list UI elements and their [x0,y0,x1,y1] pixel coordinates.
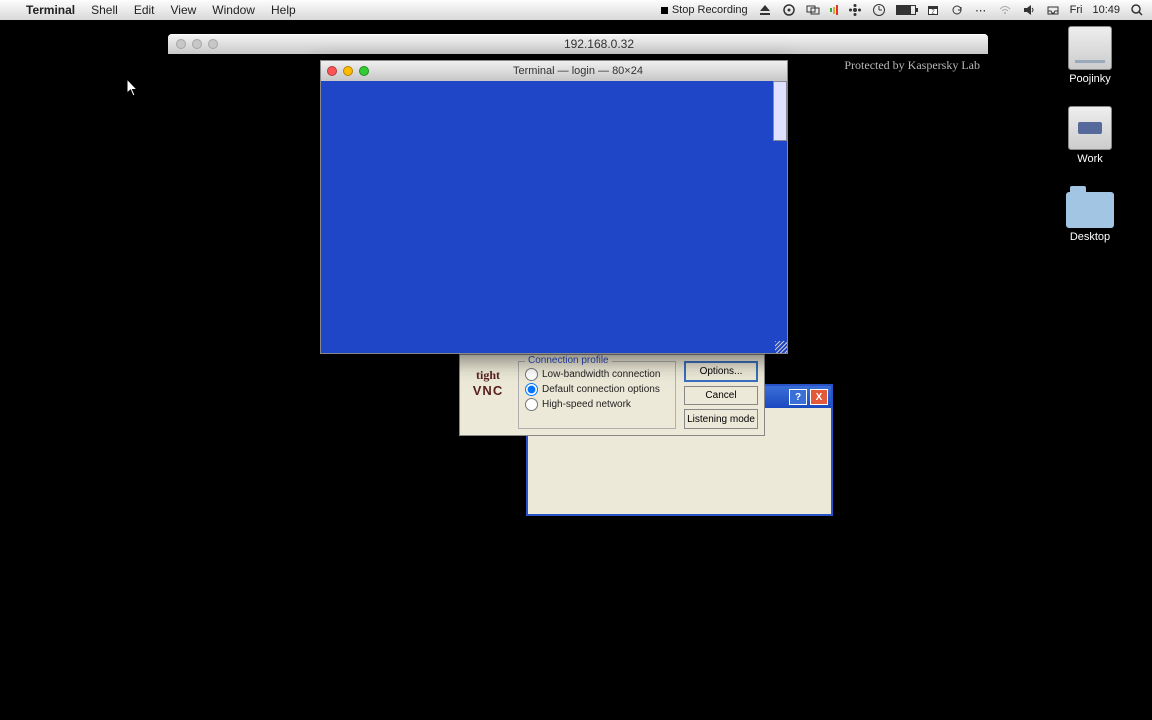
terminal-title: Terminal — login — 80×24 [375,65,781,77]
harddrive-icon [1068,26,1112,70]
dots-icon[interactable]: ⋯ [974,3,988,17]
menu-edit[interactable]: Edit [134,3,155,17]
xp-help-button[interactable]: ? [789,389,807,405]
connection-profile-group: Connection profile Low-bandwidth connect… [518,361,676,429]
menu-help[interactable]: Help [271,3,296,17]
volume-bars-icon[interactable] [830,4,838,16]
clock-icon[interactable] [872,3,886,17]
flower-icon[interactable] [848,3,862,17]
clock-day[interactable]: Fri [1070,4,1083,16]
eject-icon[interactable] [758,3,772,17]
radio-low-bandwidth[interactable]: Low-bandwidth connection [525,368,669,381]
mouse-cursor-icon [127,79,139,102]
window-close-icon[interactable] [327,66,337,76]
terminal-window[interactable]: Terminal — login — 80×24 [320,60,788,354]
folder-icon [1066,192,1114,228]
stop-recording-button[interactable]: Stop Recording [661,4,748,16]
calendar-icon[interactable]: 2 [926,3,940,17]
resize-handle-icon[interactable] [775,341,787,353]
battery-icon[interactable] [896,5,916,15]
gear-icon[interactable] [782,3,796,17]
terminal-titlebar[interactable]: Terminal — login — 80×24 [321,61,787,81]
server-icon [1068,106,1112,150]
desktop-drive-poojinky[interactable]: Poojinky [1050,26,1130,85]
window-zoom-icon[interactable] [359,66,369,76]
inbox-icon[interactable] [1046,3,1060,17]
displays-icon[interactable] [806,3,820,17]
vnc-titlebar[interactable]: 192.168.0.32 [168,34,988,54]
radio-default-options[interactable]: Default connection options [525,383,669,396]
tightvnc-logo: tight VNC [466,361,510,405]
window-close-icon[interactable] [176,39,186,49]
group-label: Connection profile [525,355,612,366]
clock-time[interactable]: 10:49 [1092,4,1120,16]
menu-shell[interactable]: Shell [91,3,118,17]
menu-window[interactable]: Window [212,3,255,17]
window-zoom-icon[interactable] [208,39,218,49]
volume-icon[interactable] [1022,3,1036,17]
app-menu[interactable]: Terminal [26,3,75,17]
tightvnc-connection-dialog[interactable]: tight VNC Connection profile Low-bandwid… [459,354,765,436]
vnc-window-title: 192.168.0.32 [218,37,980,51]
window-minimize-icon[interactable] [343,66,353,76]
desktop-folder-desktop[interactable]: Desktop [1050,186,1130,243]
desktop-server-work[interactable]: Work [1050,106,1130,165]
terminal-scrollbar[interactable] [773,81,787,141]
wifi-icon[interactable] [998,3,1012,17]
xp-close-button[interactable]: X [810,389,828,405]
radio-high-speed[interactable]: High-speed network [525,398,669,411]
terminal-content[interactable] [321,81,787,353]
menu-view[interactable]: View [171,3,197,17]
options-button[interactable]: Options... [684,361,758,382]
window-minimize-icon[interactable] [192,39,202,49]
spotlight-icon[interactable] [1130,3,1144,17]
sync-icon[interactable] [950,3,964,17]
menu-bar: Terminal Shell Edit View Window Help Sto… [0,0,1152,20]
kaspersky-watermark: Protected by Kaspersky Lab [844,58,980,73]
cancel-button[interactable]: Cancel [684,386,758,406]
listening-mode-button[interactable]: Listening mode [684,409,758,429]
